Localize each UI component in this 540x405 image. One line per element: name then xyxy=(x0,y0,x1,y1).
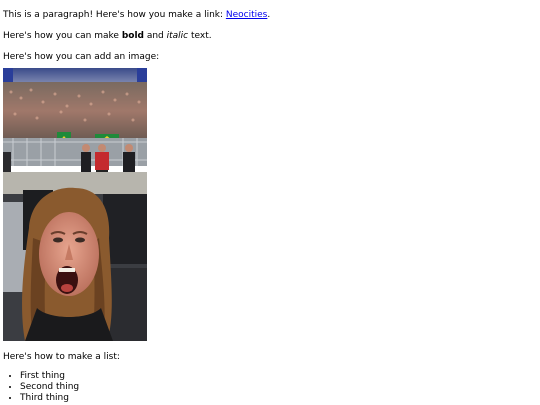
intro-period: . xyxy=(267,10,271,20)
formatting-paragraph: Here's how you can make bold and italic … xyxy=(3,31,540,42)
intro-text: This is a paragraph! Here's how you make… xyxy=(3,10,226,20)
and-text: and xyxy=(143,31,167,41)
intro-paragraph: This is a paragraph! Here's how you make… xyxy=(3,10,540,21)
example-list: First thing Second thing Third thing xyxy=(3,371,540,404)
bold-text: bold xyxy=(121,31,144,41)
image-intro-paragraph: Here's how you can add an image: xyxy=(3,52,160,62)
list-item: Second thing xyxy=(20,382,540,393)
italic-text: italic xyxy=(166,31,189,41)
neocities-link[interactable]: Neocities xyxy=(226,10,267,20)
list-item: First thing xyxy=(20,371,540,382)
format-prefix: Here's how you can make xyxy=(3,31,122,41)
page-body: This is a paragraph! Here's how you make… xyxy=(0,0,540,404)
concert-selfie-image xyxy=(3,68,147,341)
list-intro-paragraph: Here's how to make a list: xyxy=(3,352,120,362)
format-suffix: text. xyxy=(188,31,212,41)
list-item: Third thing xyxy=(20,393,540,404)
